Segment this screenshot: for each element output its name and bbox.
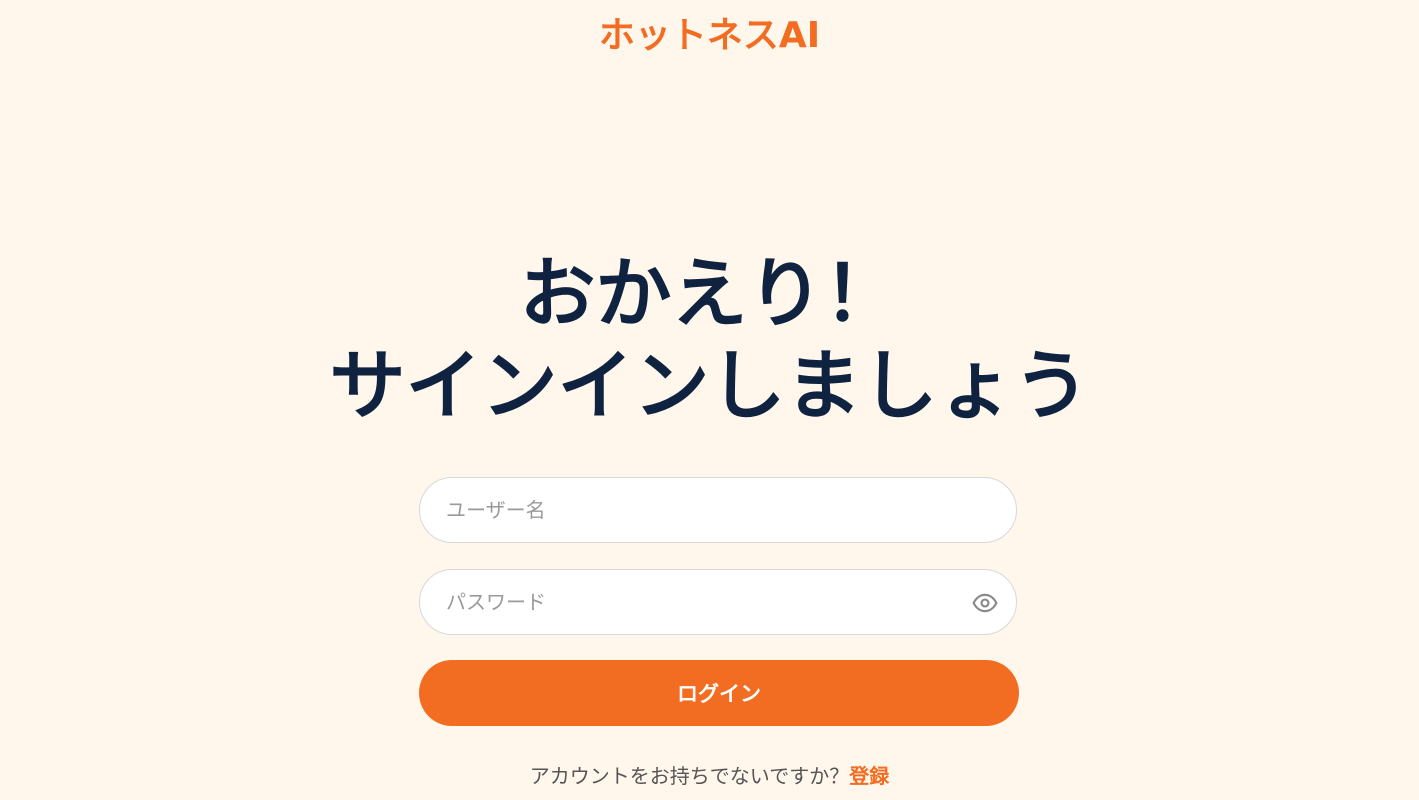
signup-link[interactable]: 登録 — [849, 764, 889, 788]
username-field-container — [419, 477, 1017, 543]
password-field-container — [419, 569, 1017, 635]
signup-prompt-text: アカウントをお持ちでないですか？ — [529, 764, 850, 788]
signup-prompt: アカウントをお持ちでないですか？登録 — [0, 762, 1419, 790]
eye-icon[interactable] — [972, 590, 998, 616]
username-input[interactable] — [420, 478, 1016, 542]
page-title: おかえり！ サインインしましょう — [0, 248, 1419, 432]
password-input[interactable] — [420, 570, 1016, 634]
page-title-line-2: サインインしましょう — [329, 341, 1090, 430]
login-button[interactable]: ログイン — [419, 660, 1019, 726]
login-page: ホットネスAI おかえり！ サインインしましょう ログイン アカウントをお持ちで… — [0, 0, 1419, 800]
brand-logo[interactable]: ホットネスAI — [0, 14, 1419, 58]
page-title-line-1: おかえり！ — [519, 249, 900, 338]
